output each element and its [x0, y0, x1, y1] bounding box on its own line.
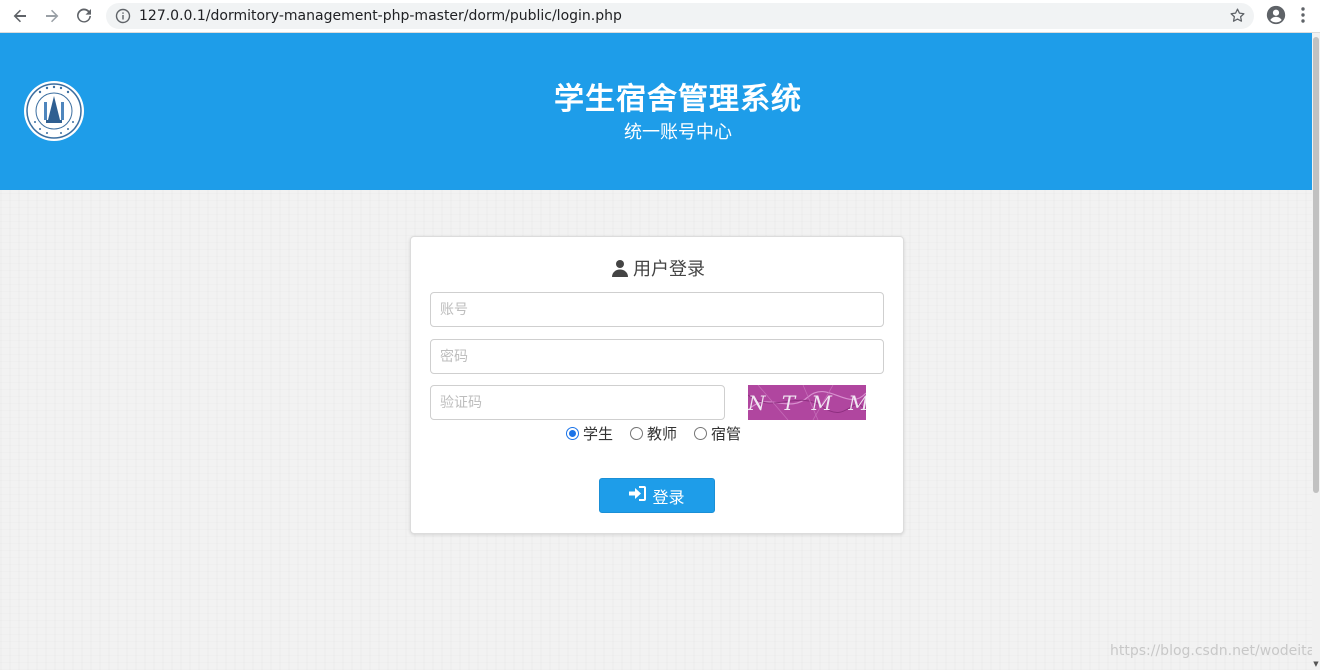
captcha-text: N T M M	[748, 391, 866, 415]
role-selector: 学生 教师 宿管	[566, 423, 758, 443]
password-input[interactable]	[430, 339, 884, 374]
info-icon[interactable]	[115, 8, 131, 24]
account-icon[interactable]	[1265, 4, 1287, 26]
role-teacher-radio[interactable]	[630, 426, 644, 440]
scroll-down-icon[interactable]: ▼	[1312, 660, 1320, 668]
system-subtitle: 统一账号中心	[624, 122, 732, 143]
menu-icon[interactable]	[1300, 6, 1306, 24]
captcha-image[interactable]: N T M M	[748, 385, 866, 420]
star-icon[interactable]	[1229, 7, 1246, 24]
user-icon	[611, 259, 629, 285]
login-title: 用户登录	[411, 257, 905, 285]
watermark-text: https://blog.csdn.net/wodeita	[1110, 643, 1312, 659]
page-viewport: 学生宿舍管理系统 统一账号中心 用户登录 N T M M 学生	[0, 33, 1312, 670]
role-teacher[interactable]: 教师	[630, 423, 677, 444]
role-teacher-label: 教师	[647, 424, 678, 443]
role-student-radio[interactable]	[566, 426, 579, 440]
reload-icon[interactable]	[72, 4, 96, 28]
role-student[interactable]: 学生	[566, 423, 613, 444]
login-card: 用户登录 N T M M 学生 教师 宿管	[410, 236, 904, 534]
role-student-label: 学生	[583, 424, 614, 443]
url-text: 127.0.0.1/dormitory-management-php-maste…	[139, 8, 622, 24]
address-bar[interactable]: 127.0.0.1/dormitory-management-php-maste…	[106, 3, 1254, 29]
username-input[interactable]	[430, 292, 884, 327]
role-dorm-manager-label: 宿管	[711, 424, 742, 443]
scrollbar-thumb[interactable]	[1313, 37, 1319, 493]
forward-icon[interactable]	[40, 4, 64, 28]
role-dorm-manager-radio[interactable]	[694, 426, 708, 440]
system-title: 学生宿舍管理系统	[554, 82, 802, 117]
sign-in-icon	[629, 486, 647, 505]
captcha-input[interactable]	[430, 385, 725, 420]
browser-toolbar: 127.0.0.1/dormitory-management-php-maste…	[0, 0, 1320, 33]
login-button[interactable]: 登录	[599, 478, 715, 513]
login-title-text: 用户登录	[633, 259, 705, 280]
back-icon[interactable]	[8, 4, 32, 28]
role-dorm-manager[interactable]: 宿管	[694, 423, 741, 444]
vertical-scrollbar[interactable]: ▼	[1312, 33, 1320, 670]
login-button-label: 登录	[652, 487, 685, 507]
university-logo	[23, 80, 85, 142]
site-header: 学生宿舍管理系统 统一账号中心	[0, 33, 1312, 190]
